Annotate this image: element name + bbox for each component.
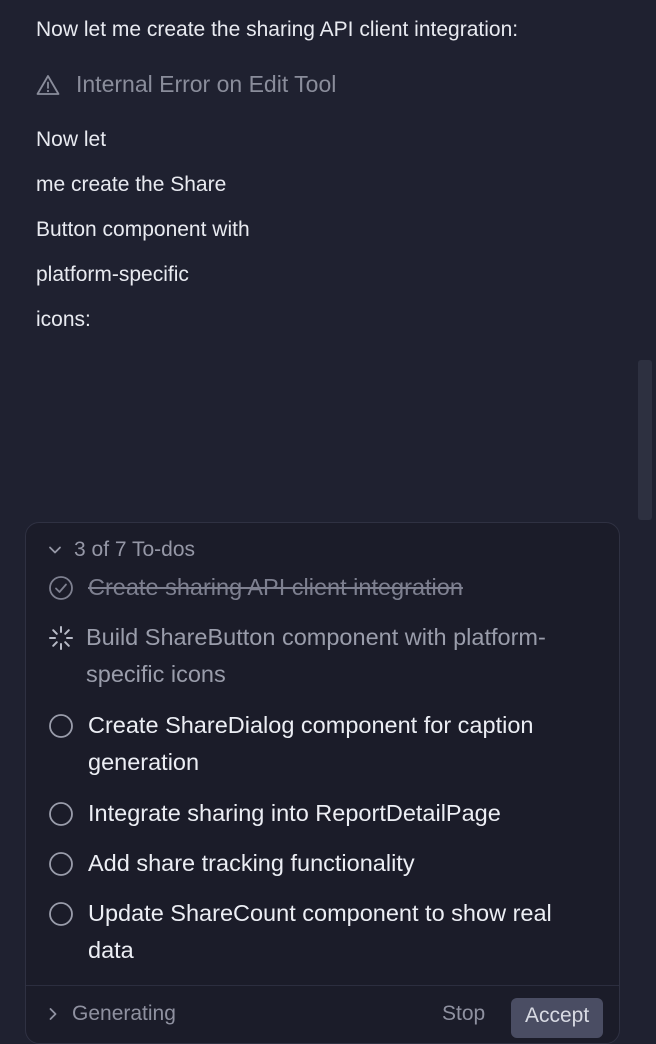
generating-status: Generating <box>72 1002 176 1025</box>
check-circle-icon <box>49 576 73 600</box>
chevron-right-icon <box>49 1008 57 1020</box>
todo-item-in-progress[interactable]: Build ShareButton component with platfor… <box>48 619 596 693</box>
todo-item-pending[interactable]: Integrate sharing into ReportDetailPage <box>48 795 598 832</box>
chevron-down-icon <box>49 546 61 554</box>
scrollbar-thumb[interactable] <box>638 360 652 520</box>
spinner-icon <box>49 626 73 650</box>
empty-circle-icon <box>49 802 73 826</box>
todo-item-label: Create sharing API client integration <box>88 574 463 600</box>
generation-footer: Generating Stop Accept <box>26 985 619 1043</box>
stop-button[interactable]: Stop <box>442 1002 485 1026</box>
accept-button[interactable]: Accept <box>511 998 604 1038</box>
todo-item-pending[interactable]: Update ShareCount component to show real… <box>48 895 598 969</box>
error-notice: Internal Error on Edit Tool <box>36 71 336 98</box>
todo-item-label: Integrate sharing into ReportDetailPage <box>88 800 501 826</box>
error-text: Internal Error on Edit Tool <box>76 71 337 97</box>
todo-panel-toggle[interactable]: 3 of 7 To-dos <box>48 538 195 562</box>
assistant-message-line: platform-specific <box>36 263 189 286</box>
empty-circle-icon <box>49 902 73 926</box>
assistant-message-line: Now let <box>36 128 107 151</box>
warning-icon <box>36 74 60 95</box>
empty-circle-icon <box>49 714 73 738</box>
empty-circle-icon <box>49 852 73 876</box>
todo-item-label: Add share tracking functionality <box>88 850 415 876</box>
todo-count: 3 of 7 To-dos <box>74 538 196 561</box>
generating-toggle[interactable]: Generating <box>48 1002 176 1026</box>
assistant-message-intro: Now let me create the sharing API client… <box>36 18 519 41</box>
todo-panel: 3 of 7 To-dos Create sharing API client … <box>25 522 620 1044</box>
todo-item-label: Create ShareDialog component for caption… <box>88 712 534 775</box>
todo-item-label: Update ShareCount component to show real… <box>88 900 552 963</box>
todo-item-pending[interactable]: Add share tracking functionality <box>48 845 598 882</box>
assistant-message-line: me create the Share <box>36 173 227 196</box>
assistant-message-line: icons: <box>36 308 91 331</box>
todo-item-done[interactable]: Create sharing API client integration <box>48 569 598 606</box>
assistant-message-line: Button component with <box>36 218 250 241</box>
todo-item-pending[interactable]: Create ShareDialog component for caption… <box>48 707 598 781</box>
todo-item-label: Build ShareButton component with platfor… <box>86 624 546 687</box>
